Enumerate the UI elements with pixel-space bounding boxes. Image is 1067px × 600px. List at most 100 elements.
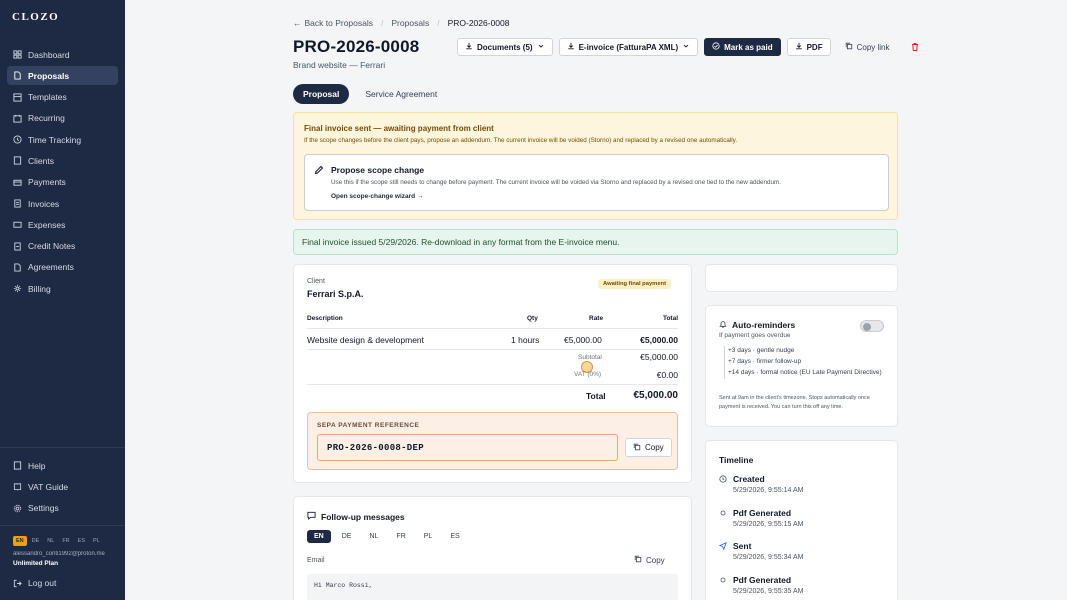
auto-reminders-toggle[interactable] bbox=[860, 320, 884, 332]
timeline-event-name: Pdf Generated bbox=[733, 575, 792, 585]
mark-as-paid-button[interactable]: Mark as paid bbox=[704, 38, 781, 56]
breadcrumb-proposals[interactable]: Proposals bbox=[391, 18, 429, 28]
recurring-icon bbox=[13, 114, 22, 123]
sidebar-item-invoices[interactable]: Invoices bbox=[7, 194, 118, 213]
document-icon bbox=[13, 71, 22, 80]
sidebar-item-vat-guide[interactable]: VAT Guide bbox=[7, 477, 118, 496]
clock-icon bbox=[719, 475, 727, 483]
sidebar-item-dashboard[interactable]: Dashboard bbox=[7, 45, 118, 64]
message-icon bbox=[307, 511, 316, 522]
breadcrumb-current: PRO-2026-0008 bbox=[447, 18, 510, 28]
sidebar-item-payments[interactable]: Payments bbox=[7, 173, 118, 192]
copy-link-button[interactable]: Copy link bbox=[837, 38, 898, 56]
email-copy-button[interactable]: Copy bbox=[634, 555, 665, 565]
sidebar-item-label: Help bbox=[28, 460, 46, 471]
credit-note-icon bbox=[13, 242, 22, 251]
einvoice-label: E-invoice (FatturaPA XML) bbox=[578, 42, 679, 52]
email-copy-label: Copy bbox=[646, 555, 665, 565]
dot-icon bbox=[719, 576, 727, 584]
send-icon bbox=[718, 542, 727, 551]
documents-dropdown[interactable]: Documents (5) bbox=[457, 38, 553, 56]
pdf-button[interactable]: PDF bbox=[786, 38, 831, 56]
vat-label: VAT (0%) bbox=[574, 371, 602, 378]
breadcrumb: ← Back to Proposals / Proposals / PRO-20… bbox=[293, 18, 509, 28]
sidebar-item-clients[interactable]: Clients bbox=[7, 151, 118, 170]
followup-lang-nl[interactable]: NL bbox=[362, 530, 385, 543]
user-email: alessandro_conti1992@proton.me bbox=[13, 551, 105, 557]
billing-icon bbox=[13, 284, 22, 293]
card-icon bbox=[13, 178, 22, 187]
bell-icon bbox=[719, 320, 727, 330]
help-icon bbox=[13, 461, 22, 470]
back-link[interactable]: ← Back to Proposals bbox=[293, 18, 373, 28]
line-rate: €5,000.00 bbox=[564, 335, 602, 345]
total-value: €5,000.00 bbox=[633, 390, 679, 401]
timeline-card: Timeline Created 5/29/2026, 9:55:14 AM P… bbox=[705, 440, 898, 600]
gear-icon bbox=[13, 504, 22, 513]
table-divider bbox=[307, 384, 678, 385]
line-description: Website design & development bbox=[307, 335, 425, 345]
expense-icon bbox=[13, 220, 22, 229]
reminder-step: +14 days · formal notice (EU Late Paymen… bbox=[728, 369, 882, 376]
sidebar-item-proposals[interactable]: Proposals bbox=[7, 66, 118, 86]
sidebar-item-label: Invoices bbox=[28, 198, 60, 209]
sidebar-item-label: Clients bbox=[28, 155, 54, 166]
client-label: Client bbox=[307, 278, 325, 285]
followup-lang-en[interactable]: EN bbox=[307, 530, 331, 543]
sidebar-item-templates[interactable]: Templates bbox=[7, 88, 118, 107]
followup-lang-pl[interactable]: PL bbox=[417, 530, 440, 543]
document-tabs: Proposal Service Agreement bbox=[293, 84, 447, 104]
lang-nl[interactable]: NL bbox=[44, 536, 57, 546]
line-qty: 1 hours bbox=[511, 335, 540, 345]
followup-lang-es[interactable]: ES bbox=[443, 530, 466, 543]
scope-change-text: Use this if the scope still needs to cha… bbox=[331, 179, 782, 186]
page-title: PRO-2026-0008 bbox=[293, 37, 420, 56]
reminders-title-row: Auto-reminders bbox=[719, 320, 795, 330]
col-total: Total bbox=[662, 315, 678, 322]
reminder-step: +7 days · firmer follow-up bbox=[728, 358, 802, 365]
tab-proposal[interactable]: Proposal bbox=[293, 84, 350, 104]
lang-es[interactable]: ES bbox=[75, 536, 88, 546]
mark-as-paid-label: Mark as paid bbox=[724, 42, 773, 52]
lang-pl[interactable]: PL bbox=[90, 536, 103, 546]
sidebar-item-credit-notes[interactable]: Credit Notes bbox=[7, 237, 118, 256]
sidebar-item-label: Billing bbox=[28, 283, 51, 294]
trash-icon[interactable] bbox=[910, 42, 920, 52]
sidebar-item-billing[interactable]: Billing bbox=[7, 279, 118, 298]
copy-icon bbox=[633, 443, 641, 453]
sidebar-item-agreements[interactable]: Agreements bbox=[7, 258, 118, 277]
logout-button[interactable]: Log out bbox=[13, 578, 56, 588]
sidebar-bottom-nav: Help VAT Guide Settings bbox=[7, 456, 118, 520]
app-logo[interactable]: CLOZO bbox=[12, 11, 59, 23]
sidebar-item-label: Credit Notes bbox=[28, 241, 76, 252]
sidebar-item-recurring[interactable]: Recurring bbox=[7, 109, 118, 128]
sidebar-item-help[interactable]: Help bbox=[7, 456, 118, 475]
logout-label: Log out bbox=[28, 578, 57, 588]
scope-change-wizard-link[interactable]: Open scope-change wizard → bbox=[331, 193, 423, 200]
sidebar-item-settings[interactable]: Settings bbox=[7, 499, 118, 518]
tab-service-agreement[interactable]: Service Agreement bbox=[355, 84, 447, 104]
sepa-label: SEPA PAYMENT REFERENCE bbox=[317, 422, 420, 429]
followup-lang-de[interactable]: DE bbox=[335, 530, 359, 543]
agreement-icon bbox=[13, 263, 22, 272]
grid-icon bbox=[13, 50, 22, 59]
sidebar-item-expenses[interactable]: Expenses bbox=[7, 215, 118, 234]
invoice-icon bbox=[13, 199, 22, 208]
lang-de[interactable]: DE bbox=[29, 536, 43, 546]
sepa-reference-field[interactable]: PRO-2026-0008-DEP bbox=[317, 434, 618, 461]
sidebar-item-time-tracking[interactable]: Time Tracking bbox=[7, 130, 118, 149]
email-body[interactable]: Hi Marco Rossi, bbox=[307, 574, 678, 600]
followup-lang-fr[interactable]: FR bbox=[389, 530, 412, 543]
lang-en[interactable]: EN bbox=[13, 536, 27, 546]
timeline-event-name: Created bbox=[733, 474, 765, 484]
sepa-copy-button[interactable]: Copy bbox=[625, 438, 672, 457]
einvoice-dropdown[interactable]: E-invoice (FatturaPA XML) bbox=[558, 38, 699, 56]
breadcrumb-separator: / bbox=[437, 18, 440, 28]
book-icon bbox=[13, 482, 22, 491]
user-plan: Unlimited Plan bbox=[13, 560, 59, 567]
sidebar-item-label: Payments bbox=[28, 177, 66, 188]
col-qty: Qty bbox=[527, 315, 538, 322]
followup-title: Follow-up messages bbox=[321, 511, 405, 522]
followup-card: Follow-up messages EN DE NL FR PL ES Ema… bbox=[293, 496, 692, 600]
lang-fr[interactable]: FR bbox=[59, 536, 72, 546]
